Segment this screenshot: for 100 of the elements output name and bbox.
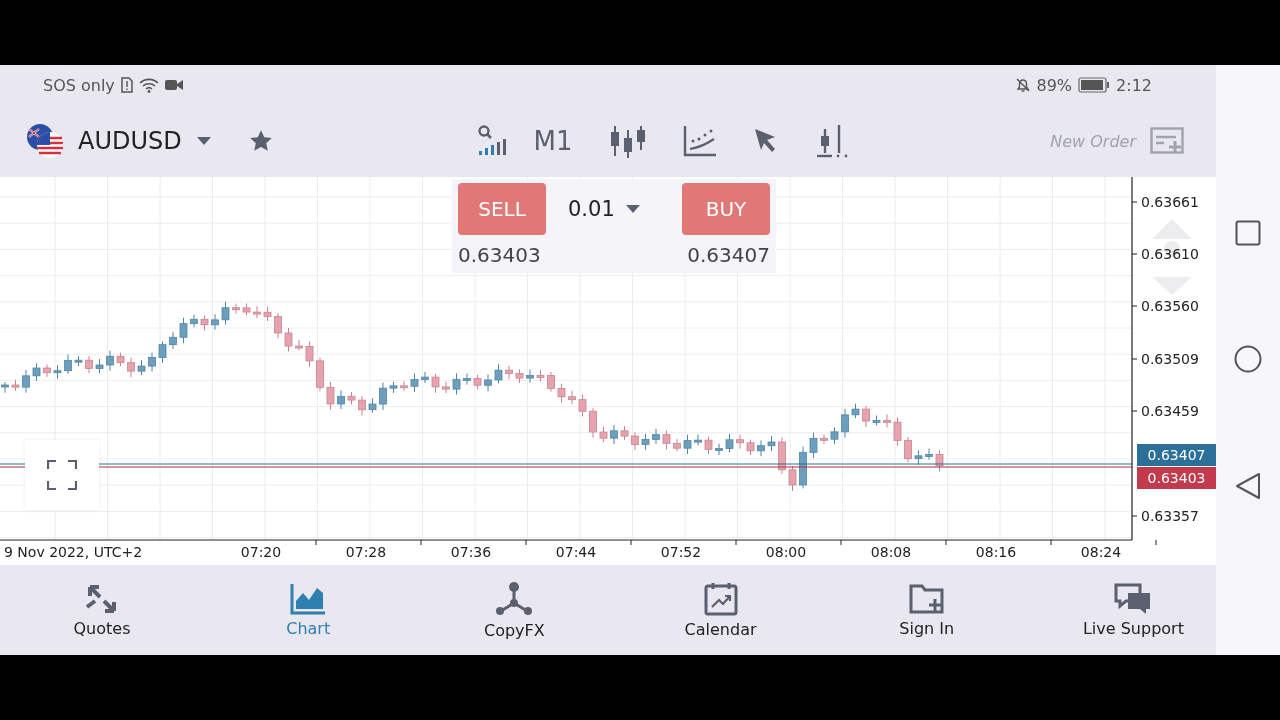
dropdown-caret-icon[interactable] bbox=[624, 204, 641, 214]
ask-price: 0.63407 bbox=[687, 243, 770, 267]
candle bbox=[284, 327, 293, 353]
candle bbox=[400, 380, 408, 392]
bid-price: 0.63403 bbox=[458, 243, 541, 267]
candle bbox=[43, 363, 51, 378]
battery-icon bbox=[1078, 77, 1111, 93]
candle bbox=[148, 351, 156, 372]
candle bbox=[641, 433, 650, 451]
candle bbox=[757, 439, 765, 457]
candle bbox=[862, 405, 870, 428]
candle bbox=[127, 357, 135, 378]
candle bbox=[190, 314, 198, 328]
candle bbox=[326, 381, 335, 411]
candle bbox=[568, 390, 576, 405]
candle bbox=[200, 314, 209, 332]
candle bbox=[179, 317, 188, 344]
lot-size-dropdown[interactable]: 0.01 bbox=[568, 197, 615, 221]
candle bbox=[263, 306, 272, 322]
candle bbox=[788, 465, 797, 492]
chart-settings-icon[interactable] bbox=[814, 124, 849, 158]
candle bbox=[316, 357, 324, 392]
candle bbox=[116, 352, 125, 367]
battery-percent: 89% bbox=[1036, 75, 1073, 95]
candle bbox=[85, 355, 93, 374]
candlestick-icon[interactable] bbox=[608, 124, 647, 158]
price-axis-label: 0.63560 bbox=[1141, 298, 1199, 314]
candle bbox=[463, 373, 471, 386]
candle bbox=[253, 305, 261, 319]
candle bbox=[704, 436, 713, 455]
ask-price-badge: 0.63407 bbox=[1137, 444, 1216, 466]
candle bbox=[526, 369, 534, 384]
candle bbox=[274, 312, 282, 339]
nav-tab[interactable]: Live Support bbox=[1082, 582, 1184, 638]
candle bbox=[64, 354, 72, 375]
fullscreen-button[interactable] bbox=[25, 440, 99, 510]
candle bbox=[484, 373, 492, 392]
candle bbox=[547, 371, 555, 393]
candle bbox=[347, 391, 356, 405]
candle bbox=[893, 416, 902, 447]
candle bbox=[536, 369, 545, 382]
candle bbox=[673, 438, 681, 452]
candle bbox=[32, 362, 41, 382]
candle bbox=[74, 355, 83, 367]
indicators-icon[interactable] bbox=[682, 125, 717, 157]
folder-plus-icon bbox=[908, 582, 945, 615]
candle bbox=[610, 424, 618, 445]
candle bbox=[158, 341, 167, 364]
candle bbox=[872, 414, 881, 426]
candle bbox=[736, 434, 744, 450]
back-button[interactable] bbox=[1235, 472, 1261, 500]
candle bbox=[841, 408, 849, 439]
candle bbox=[778, 436, 786, 475]
nav-tab[interactable]: Calendar bbox=[670, 581, 771, 639]
candle bbox=[662, 430, 671, 450]
candle bbox=[631, 431, 639, 451]
candle bbox=[505, 365, 513, 380]
candle bbox=[515, 368, 524, 384]
nav-tab[interactable]: Chart bbox=[258, 582, 359, 638]
candle bbox=[232, 303, 240, 315]
price-axis-label: 0.63459 bbox=[1141, 403, 1199, 419]
candle bbox=[358, 395, 366, 417]
candle bbox=[368, 397, 377, 414]
candle bbox=[652, 428, 660, 445]
candle bbox=[851, 403, 860, 419]
nav-tab[interactable]: Quotes bbox=[52, 582, 152, 638]
candle bbox=[589, 407, 597, 439]
time-axis-label: 07:20 bbox=[240, 544, 282, 560]
candle bbox=[137, 359, 146, 376]
candle bbox=[694, 434, 702, 446]
recent-apps-button[interactable] bbox=[1235, 220, 1261, 246]
candle bbox=[53, 364, 62, 380]
network-icon bbox=[494, 580, 535, 617]
candle bbox=[935, 449, 944, 472]
price-axis-label: 0.63357 bbox=[1141, 508, 1199, 524]
clock-time: 2:12 bbox=[1116, 75, 1152, 95]
time-axis-label: 08:16 bbox=[975, 544, 1017, 560]
candle bbox=[410, 373, 419, 393]
candle bbox=[22, 369, 30, 394]
candle bbox=[379, 382, 387, 411]
time-axis-label: 07:36 bbox=[450, 544, 492, 560]
candle bbox=[883, 414, 891, 428]
candle bbox=[767, 435, 776, 452]
nav-tab[interactable]: Sign In bbox=[876, 582, 977, 638]
candle bbox=[106, 350, 114, 372]
dropdown-caret-icon[interactable] bbox=[195, 136, 212, 146]
candle bbox=[431, 373, 440, 394]
candle bbox=[799, 446, 807, 489]
price-axis-label: 0.63509 bbox=[1141, 351, 1199, 367]
nav-tab[interactable]: CopyFX bbox=[464, 580, 565, 640]
sim-alert-icon bbox=[120, 77, 133, 93]
candle bbox=[746, 439, 755, 456]
price-axis-label: 0.63610 bbox=[1141, 246, 1199, 262]
candle bbox=[337, 389, 345, 410]
candle bbox=[242, 302, 251, 316]
home-button[interactable] bbox=[1234, 345, 1262, 373]
timeframe-button[interactable]: M1 bbox=[533, 126, 573, 156]
symbol-name[interactable]: AUDUSD bbox=[78, 127, 182, 155]
time-axis-label: 08:00 bbox=[765, 544, 807, 560]
candle bbox=[925, 448, 933, 461]
